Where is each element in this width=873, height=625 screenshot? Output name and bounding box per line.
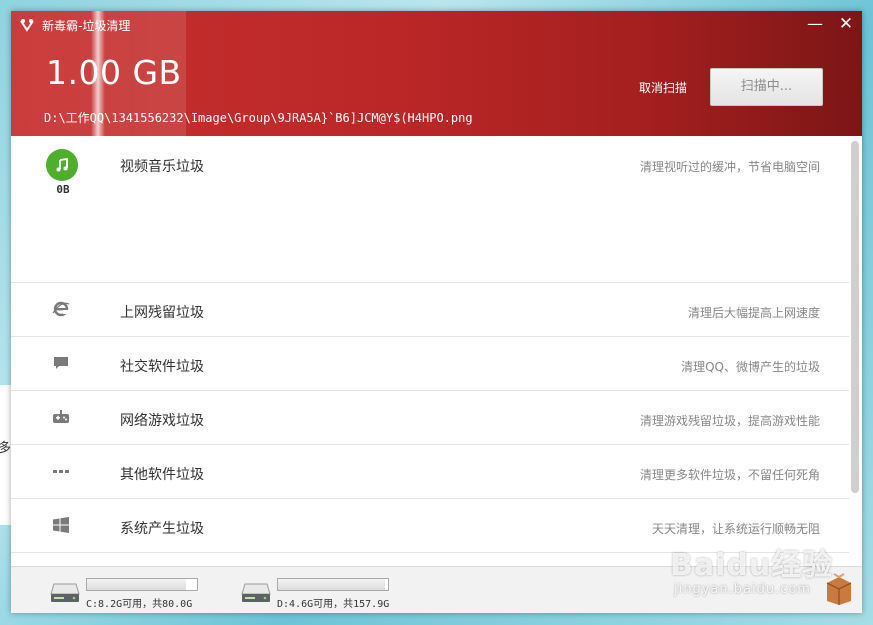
category-label: 社交软件垃圾	[120, 359, 204, 375]
drive-info: D:4.6G可用，共157.9G	[277, 599, 390, 610]
minimize-button[interactable]: —	[804, 14, 826, 34]
list-item-other-software[interactable]: 其他软件垃圾 清理更多软件垃圾，不留任何死角	[11, 445, 849, 499]
scanning-path: D:\工作QQ\1341556232\Image\Group\9JRA5A}`B…	[44, 111, 473, 125]
gamepad-icon	[51, 407, 71, 427]
duba-logo-icon	[20, 19, 34, 32]
cancel-scan-link[interactable]: 取消扫描	[639, 79, 687, 96]
category-desc: 清理更多软件垃圾，不留任何死角	[639, 468, 820, 482]
drive-usage-fill	[278, 579, 385, 590]
disk-drive-icon	[241, 583, 271, 602]
drive-usage-fill	[87, 579, 186, 590]
status-footer: C:8.2G可用，共80.0G D:4.6G可用，共157.9G	[11, 566, 862, 613]
category-desc: 天天清理，让系统运行顺畅无阻	[651, 522, 820, 536]
title-bar: 新毒霸-垃圾清理	[19, 15, 130, 35]
category-size: 0B	[56, 183, 70, 196]
close-button[interactable]: ✕	[835, 14, 857, 34]
background-partial-text: 多	[0, 441, 12, 456]
category-label: 系统产生垃圾	[120, 521, 204, 537]
list-item-web[interactable]: 上网残留垃圾 清理后大幅提高上网速度	[11, 283, 849, 337]
drive-info: C:8.2G可用，共80.0G	[86, 599, 193, 610]
list-item-system[interactable]: 系统产生垃圾 天天清理，让系统运行顺畅无阻	[11, 499, 849, 553]
box-icon	[826, 573, 852, 605]
category-label: 上网残留垃圾	[120, 305, 204, 321]
category-desc: 清理后大幅提高上网速度	[687, 306, 820, 320]
window-title: 新毒霸-垃圾清理	[42, 18, 131, 33]
drive-usage-bar	[277, 578, 389, 591]
category-label: 其他软件垃圾	[120, 467, 204, 483]
scanned-size: 1.00 GB	[46, 53, 182, 92]
category-label: 网络游戏垃圾	[120, 413, 204, 429]
chat-icon	[51, 353, 71, 373]
more-icon	[51, 461, 71, 481]
category-desc: 清理视听过的缓冲，节省电脑空间	[639, 160, 820, 174]
list-item-video-music[interactable]: 0B 视频音乐垃圾 清理视听过的缓冲，节省电脑空间	[11, 136, 849, 283]
cleaner-window: 新毒霸-垃圾清理 — ✕ 1.00 GB D:\工作QQ\1341556232\…	[11, 11, 862, 613]
category-desc: 清理游戏残留垃圾，提高游戏性能	[639, 414, 820, 428]
scan-header: 新毒霸-垃圾清理 — ✕ 1.00 GB D:\工作QQ\1341556232\…	[11, 11, 862, 136]
windows-icon	[51, 515, 71, 535]
scanning-button[interactable]: 扫描中...	[710, 68, 823, 106]
ie-icon	[51, 299, 71, 319]
drive-usage-bar	[86, 578, 198, 591]
scrollbar-thumb[interactable]	[851, 141, 859, 493]
music-icon	[46, 149, 78, 181]
list-item-games[interactable]: 网络游戏垃圾 清理游戏残留垃圾，提高游戏性能	[11, 391, 849, 445]
category-label: 视频音乐垃圾	[120, 159, 204, 175]
list-item-social[interactable]: 社交软件垃圾 清理QQ、微博产生的垃圾	[11, 337, 849, 391]
disk-drive-icon	[50, 583, 80, 602]
category-list: 0B 视频音乐垃圾 清理视听过的缓冲，节省电脑空间 上网残留垃圾 清理后大幅提高…	[11, 136, 849, 566]
category-desc: 清理QQ、微博产生的垃圾	[681, 360, 820, 374]
